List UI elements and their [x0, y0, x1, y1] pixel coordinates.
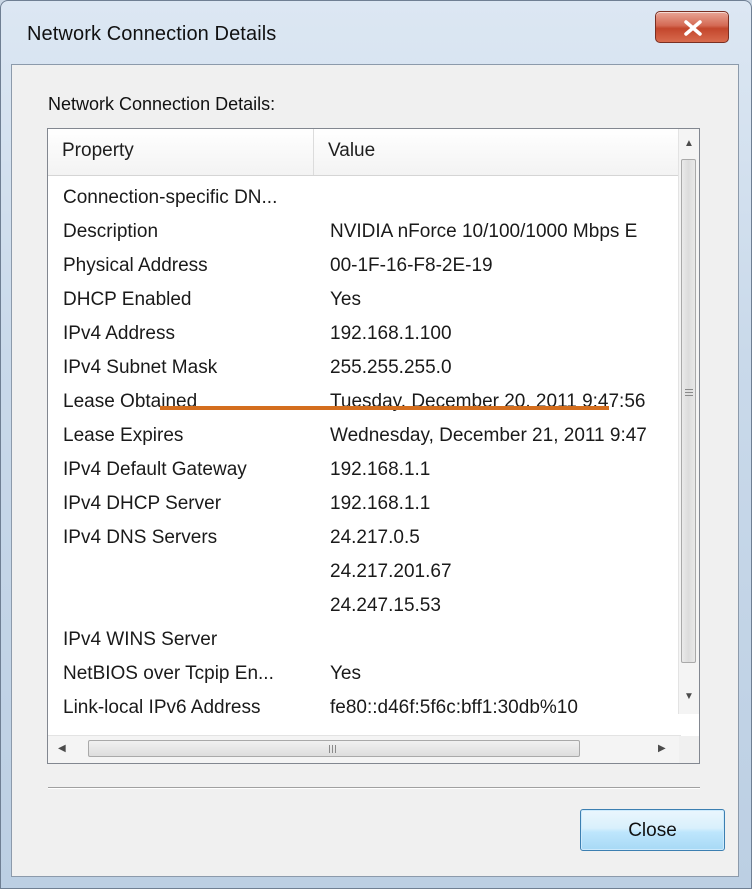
value-cell: 192.168.1.1	[330, 493, 431, 514]
property-cell: DHCP Enabled	[63, 289, 192, 310]
value-cell: 24.217.201.67	[330, 561, 452, 582]
list-row[interactable]: 24.247.15.53	[48, 590, 681, 624]
list-row[interactable]: 24.217.201.67	[48, 556, 681, 590]
value-cell: NVIDIA nForce 10/100/1000 Mbps E	[330, 221, 638, 242]
grip-line	[685, 395, 693, 396]
value-cell: Tuesday, December 20, 2011 9:47:56	[330, 391, 646, 412]
column-header-value[interactable]: Value	[314, 129, 681, 175]
property-cell: Description	[63, 221, 159, 242]
value-cell: fe80::d46f:5f6c:bff1:30db%10	[330, 697, 578, 718]
grip-line	[685, 389, 693, 390]
list-row[interactable]: IPv4 Address 192.168.1.100	[48, 318, 681, 352]
list-row[interactable]: Connection-specific DN...	[48, 182, 681, 216]
list-row[interactable]: IPv4 Subnet Mask 255.255.255.0	[48, 352, 681, 386]
list-row[interactable]: IPv4 DNS Servers 24.217.0.5	[48, 522, 681, 556]
value-cell	[330, 624, 681, 658]
arrow-left-icon[interactable]: ◀	[58, 743, 66, 754]
column-header-property[interactable]: Property	[48, 129, 314, 175]
list-row[interactable]: IPv4 DHCP Server 192.168.1.1	[48, 488, 681, 522]
list-row[interactable]: Description NVIDIA nForce 10/100/1000 Mbp…	[48, 216, 681, 250]
list-row[interactable]: NetBIOS over Tcpip En... Yes	[48, 658, 681, 692]
list-row[interactable]: Link-local IPv6 Address fe80::d46f:5f6c:b…	[48, 692, 681, 726]
horizontal-scrollbar[interactable]: ◀ ▶	[48, 735, 681, 763]
list-row[interactable]: IPv4 WINS Server	[48, 624, 681, 658]
value-cell: Yes	[330, 663, 361, 684]
divider	[48, 787, 700, 789]
arrow-down-icon[interactable]: ▼	[684, 691, 694, 702]
value-cell: 192.168.1.100	[330, 323, 452, 344]
vertical-scrollbar[interactable]: ▲ ▼	[678, 129, 699, 714]
value-cell: Wednesday, December 21, 2011 9:47	[330, 425, 647, 446]
title-bar[interactable]: Network Connection Details	[1, 1, 751, 65]
property-cell: IPv4 Subnet Mask	[63, 357, 218, 378]
property-cell	[63, 556, 313, 590]
property-cell: NetBIOS over Tcpip En...	[63, 663, 274, 684]
property-cell: IPv4 DHCP Server	[63, 493, 222, 514]
property-cell: Connection-specific DN...	[63, 187, 278, 208]
horizontal-scroll-thumb[interactable]	[88, 740, 580, 757]
property-cell: IPv4 WINS Server	[63, 629, 218, 650]
details-label: Network Connection Details:	[48, 94, 276, 114]
annotation-stroke	[160, 406, 609, 410]
arrow-right-icon[interactable]: ▶	[658, 743, 666, 754]
grip-line	[335, 745, 336, 753]
value-cell: 192.168.1.1	[330, 459, 431, 480]
close-x-icon	[684, 20, 702, 36]
window-title: Network Connection Details	[27, 23, 277, 45]
value-cell: 24.247.15.53	[330, 595, 441, 616]
grip-line	[332, 745, 333, 753]
property-cell: Physical Address	[63, 255, 208, 276]
property-cell	[63, 590, 313, 624]
details-list[interactable]: Property Value Connection-specific DN...…	[47, 128, 700, 764]
list-header: Property Value	[48, 129, 681, 176]
close-button[interactable]: Close	[580, 809, 725, 851]
value-cell: 24.217.0.5	[330, 527, 420, 548]
grip-line	[329, 745, 330, 753]
grip-line	[685, 392, 693, 393]
value-cell	[330, 182, 681, 216]
vertical-scroll-thumb[interactable]	[681, 159, 696, 663]
dialog-window: Network Connection Details Network Conne…	[0, 0, 752, 889]
list-row[interactable]: Lease Obtained Tuesday, December 20, 2011…	[48, 386, 681, 420]
property-cell: IPv4 Default Gateway	[63, 459, 247, 480]
list-rows: Connection-specific DN... Description NVID…	[48, 182, 681, 726]
list-row[interactable]: Lease Expires Wednesday, December 21, 201…	[48, 420, 681, 454]
arrow-up-icon[interactable]: ▲	[684, 138, 694, 149]
list-row[interactable]: IPv4 Default Gateway 192.168.1.1	[48, 454, 681, 488]
list-row[interactable]: DHCP Enabled Yes	[48, 284, 681, 318]
value-cell: 255.255.255.0	[330, 357, 452, 378]
scrollbar-corner	[679, 736, 699, 763]
property-cell: IPv4 Address	[63, 323, 175, 344]
value-cell: 00-1F-16-F8-2E-19	[330, 255, 493, 276]
property-cell: Link-local IPv6 Address	[63, 697, 261, 718]
title-close-button[interactable]	[655, 11, 729, 43]
property-cell: IPv4 DNS Servers	[63, 527, 218, 548]
dialog-body: Network Connection Details: Property Val…	[11, 64, 739, 877]
property-cell: Lease Expires	[63, 425, 184, 446]
value-cell: Yes	[330, 289, 361, 310]
list-row[interactable]: Physical Address 00-1F-16-F8-2E-19	[48, 250, 681, 284]
property-cell: Lease Obtained	[63, 391, 198, 412]
